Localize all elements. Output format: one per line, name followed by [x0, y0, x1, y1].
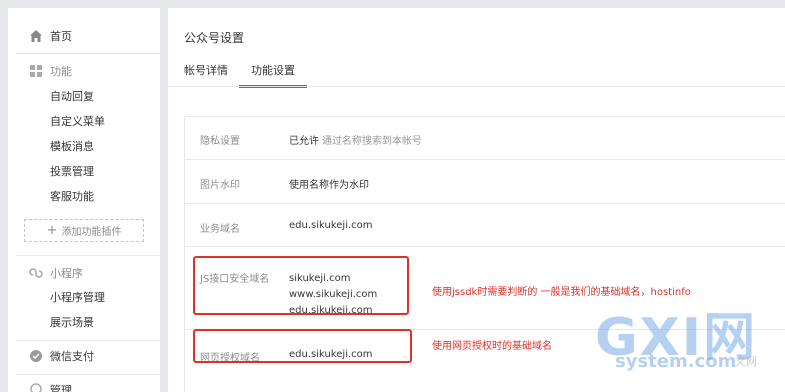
privacy-tip: 通过名称搜索到本帐号 [322, 136, 422, 147]
sidebar-item-template-message[interactable]: 模板消息 [50, 134, 94, 159]
sidebar-item-custom-menu[interactable]: 自定义菜单 [50, 109, 105, 134]
setting-label: 图片水印 [200, 180, 240, 191]
sidebar-item-mini-program-management[interactable]: 小程序管理 [50, 285, 105, 310]
sidebar-management-label: 管理 [50, 384, 72, 392]
tab-feature-settings[interactable]: 功能设置 [239, 62, 307, 88]
sidebar: 首页 功能 自动回复 自定义菜单 模板消息 投票管理 客服功能 + 添加功能插件… [8, 8, 160, 392]
sidebar-item-display-scene[interactable]: 展示场景 [50, 310, 94, 335]
setting-label: 隐私设置 [200, 136, 240, 147]
setting-row-watermark: 图片水印 使用名称作为水印 [185, 160, 785, 204]
page-title: 公众号设置 [184, 31, 245, 45]
sidebar-item-wechat-pay[interactable]: 微信支付 [8, 338, 160, 374]
add-plugin-button[interactable]: + 添加功能插件 [24, 219, 144, 242]
plus-icon: + [46, 223, 58, 238]
wechat-pay-icon [30, 350, 42, 362]
highlight-box-js-domain [193, 256, 409, 315]
sidebar-section-management[interactable]: 管理 [8, 374, 160, 392]
sidebar-wechat-pay-label: 微信支付 [50, 350, 94, 363]
site-watermark: GXI网 system.com 文网 [595, 295, 785, 392]
sidebar-item-home[interactable]: 首页 [8, 18, 160, 54]
sidebar-item-vote-management[interactable]: 投票管理 [50, 159, 94, 184]
sidebar-item-customer-service[interactable]: 客服功能 [50, 184, 94, 209]
sidebar-item-auto-reply[interactable]: 自动回复 [50, 84, 94, 109]
sidebar-home-label: 首页 [50, 30, 72, 43]
tab-account-details[interactable]: 帐号详情 [184, 62, 228, 88]
add-plugin-label: 添加功能插件 [61, 227, 122, 238]
management-icon [30, 383, 42, 392]
watermark-domain-text: system.com [615, 351, 737, 372]
grid-icon [30, 65, 42, 77]
setting-value: 已允许 通过名称搜索到本帐号 [289, 132, 422, 147]
annotation-oauth-domain: 使用网页授权时的基础域名 [432, 341, 552, 352]
home-icon [30, 30, 42, 42]
mini-program-icon [29, 268, 43, 278]
sidebar-mini-program-label: 小程序 [50, 267, 83, 280]
sidebar-features-label: 功能 [50, 65, 72, 78]
setting-row-privacy: 隐私设置 已允许 通过名称搜索到本帐号 [185, 117, 785, 160]
watermark-tail-text: 文网 [735, 355, 757, 368]
setting-row-business-domain: 业务域名 edu.sikukeji.com [185, 204, 785, 247]
setting-label: 业务域名 [200, 224, 240, 235]
privacy-status: 已允许 [289, 136, 319, 147]
setting-value: edu.sikukeji.com [289, 220, 373, 231]
tab-divider [168, 86, 785, 87]
setting-value: 使用名称作为水印 [289, 180, 369, 191]
highlight-box-oauth-domain [193, 329, 412, 363]
